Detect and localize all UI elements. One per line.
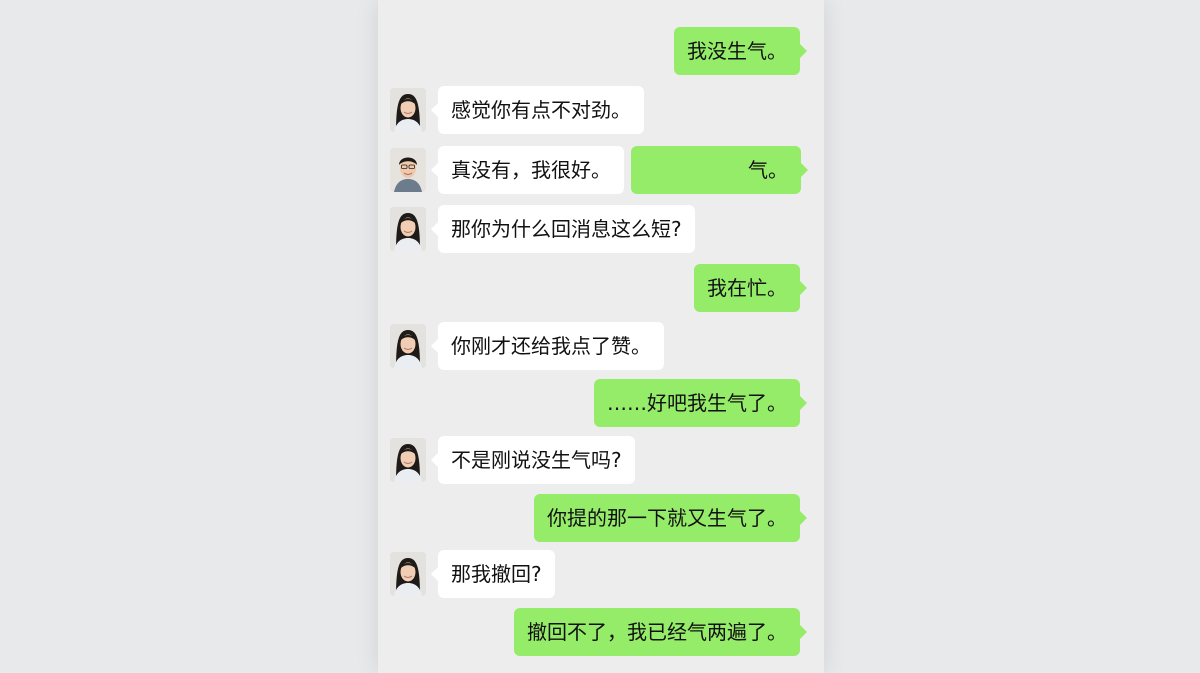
woman-avatar[interactable]	[390, 324, 426, 368]
man-avatar[interactable]	[390, 148, 426, 192]
message-row: 我没生气。	[378, 27, 824, 75]
message-row: 不是刚说没生气吗?	[378, 436, 824, 484]
woman-avatar[interactable]	[390, 207, 426, 251]
outgoing-message-bubble[interactable]: ……好吧我生气了。	[594, 379, 807, 427]
incoming-message-bubble[interactable]: 你刚才还给我点了赞。	[431, 322, 664, 370]
outgoing-message-bubble[interactable]: 你提的那一下就又生气了。	[534, 494, 807, 542]
message-row: 你提的那一下就又生气了。	[378, 494, 824, 542]
chat-window: 我没生气。 感觉你有点不对劲。 真没有，我很好。 气。 那你为什么回消息这么短?…	[378, 0, 824, 673]
outgoing-message-bubble[interactable]: 气。	[631, 146, 808, 194]
outgoing-message-bubble[interactable]: 我在忙。	[694, 264, 807, 312]
woman-avatar[interactable]	[390, 552, 426, 596]
message-row: 那你为什么回消息这么短?	[378, 205, 824, 253]
incoming-message-bubble[interactable]: 那我撤回?	[431, 550, 555, 598]
message-row: 感觉你有点不对劲。	[378, 86, 824, 134]
outgoing-message-bubble[interactable]: 我没生气。	[674, 27, 807, 75]
message-row: 我在忙。	[378, 264, 824, 312]
incoming-message-bubble[interactable]: 真没有，我很好。	[431, 146, 624, 194]
woman-avatar[interactable]	[390, 88, 426, 132]
message-row: 你刚才还给我点了赞。	[378, 322, 824, 370]
incoming-message-bubble[interactable]: 感觉你有点不对劲。	[431, 86, 644, 134]
message-row: 真没有，我很好。 气。	[378, 146, 824, 194]
message-row: 那我撤回?	[378, 550, 824, 598]
message-row: 撤回不了，我已经气两遍了。	[378, 608, 824, 656]
incoming-message-bubble[interactable]: 不是刚说没生气吗?	[431, 436, 635, 484]
outgoing-message-bubble[interactable]: 撤回不了，我已经气两遍了。	[514, 608, 807, 656]
message-row: ……好吧我生气了。	[378, 379, 824, 427]
woman-avatar[interactable]	[390, 438, 426, 482]
incoming-message-bubble[interactable]: 那你为什么回消息这么短?	[431, 205, 695, 253]
